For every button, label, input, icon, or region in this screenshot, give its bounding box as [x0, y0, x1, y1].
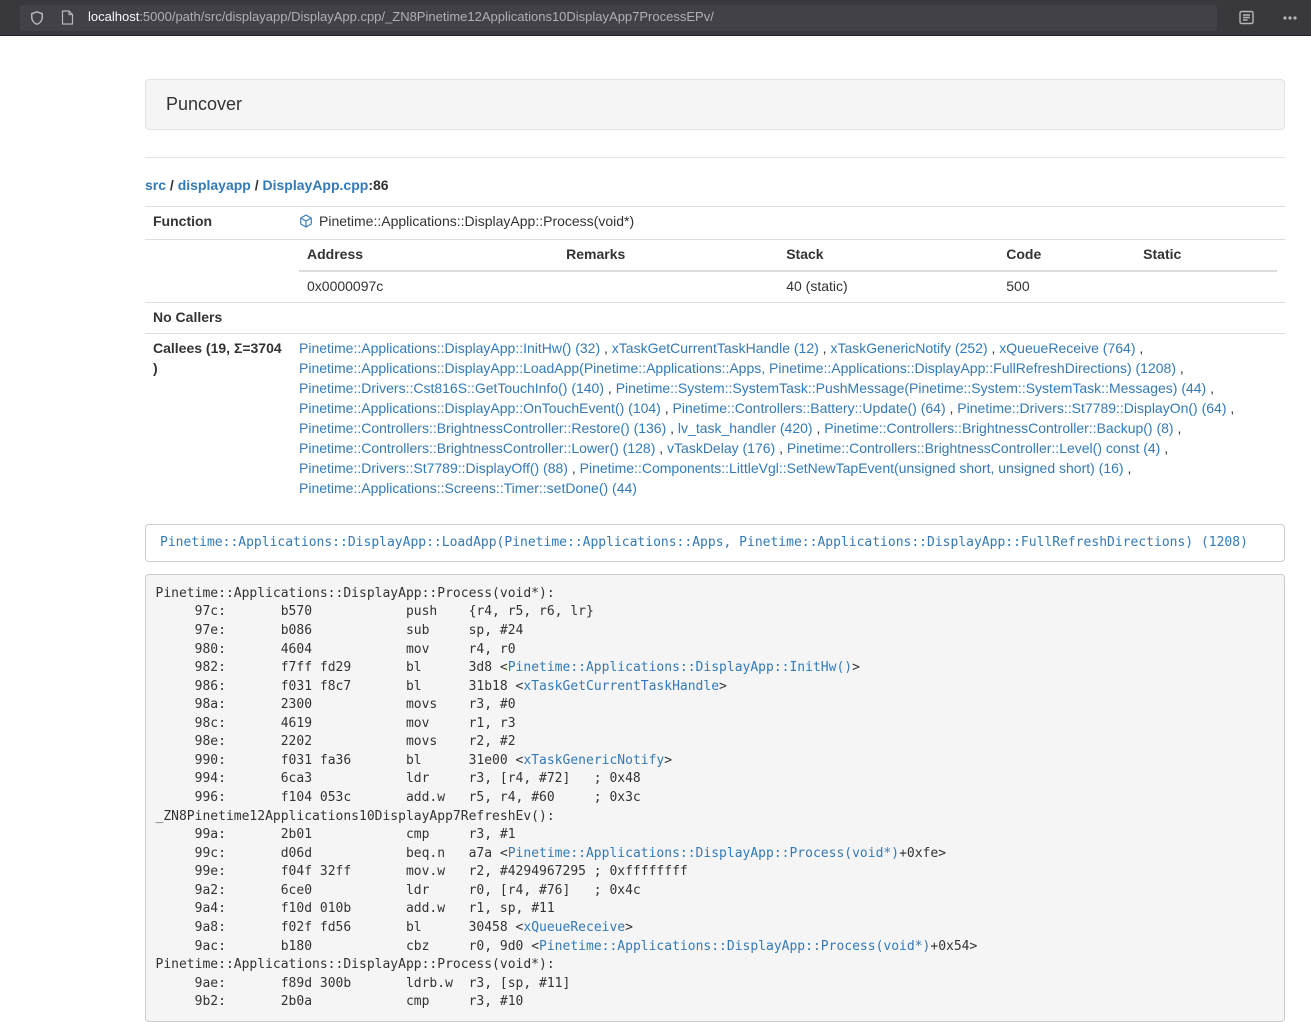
remarks-value	[558, 271, 778, 302]
stack-value: 40 (static)	[778, 271, 998, 302]
callers-cell	[291, 302, 1285, 333]
url-domain: localhost	[88, 9, 139, 24]
function-row-label: Function	[145, 206, 291, 239]
metrics-value-row: 0x0000097c 40 (static) 500	[299, 271, 1277, 302]
code-symbol-link[interactable]: xTaskGenericNotify	[523, 753, 664, 768]
callee-link[interactable]: Pinetime::Applications::Screens::Timer::…	[299, 480, 637, 496]
app-title[interactable]: Puncover	[166, 94, 242, 114]
col-address: Address	[299, 240, 558, 271]
function-name-cell: Pinetime::Applications::DisplayApp::Proc…	[291, 206, 1285, 239]
no-callers-label: No Callers	[145, 302, 291, 333]
breadcrumb: src / displayapp / DisplayApp.cpp:86	[145, 176, 1285, 196]
callee-link[interactable]: Pinetime::Controllers::BrightnessControl…	[299, 440, 655, 456]
callee-link[interactable]: Pinetime::Drivers::St7789::DisplayOff() …	[299, 460, 568, 476]
callee-link[interactable]: Pinetime::Controllers::BrightnessControl…	[824, 420, 1173, 436]
metrics-row-label	[145, 239, 291, 302]
breadcrumb-separator: /	[166, 177, 178, 193]
code-value: 500	[998, 271, 1135, 302]
callee-separator: ,	[655, 440, 667, 456]
metrics-table: Address Remarks Stack Code Static 0x0000…	[299, 240, 1277, 302]
callee-link[interactable]: xTaskGenericNotify (252)	[830, 340, 987, 356]
callee-link[interactable]: xTaskGetCurrentTaskHandle (12)	[612, 340, 819, 356]
callee-separator: ,	[1176, 360, 1184, 376]
callee-link[interactable]: Pinetime::System::SystemTask::PushMessag…	[616, 380, 1207, 396]
breadcrumb-link-src[interactable]: src	[145, 177, 166, 193]
divider	[145, 157, 1285, 158]
function-name: Pinetime::Applications::DisplayApp::Proc…	[319, 213, 634, 229]
callee-link[interactable]: Pinetime::Controllers::Battery::Update()…	[673, 400, 946, 416]
callee-separator: ,	[604, 380, 616, 396]
callee-separator: ,	[775, 440, 787, 456]
code-symbol-link[interactable]: xTaskGetCurrentTaskHandle	[523, 679, 719, 694]
callee-link[interactable]: Pinetime::Applications::DisplayApp::Load…	[299, 360, 1176, 376]
callee-separator: ,	[1124, 460, 1132, 476]
breadcrumb-line-number: :86	[368, 177, 388, 193]
callee-link[interactable]: vTaskDelay (176)	[667, 440, 775, 456]
breadcrumb-link-DisplayApp.cpp[interactable]: DisplayApp.cpp	[263, 177, 369, 193]
code-symbol-link[interactable]: Pinetime::Applications::DisplayApp::Proc…	[508, 846, 899, 861]
callees-label: Callees (19, Σ=3704 )	[145, 333, 291, 503]
callee-link[interactable]: Pinetime::Controllers::BrightnessControl…	[787, 440, 1160, 456]
callee-link[interactable]: Pinetime::Drivers::Cst816S::GetTouchInfo…	[299, 380, 604, 396]
callee-link[interactable]: lv_task_handler (420)	[678, 420, 813, 436]
callee-separator: ,	[1160, 440, 1168, 456]
col-remarks: Remarks	[558, 240, 778, 271]
callee-link[interactable]: Pinetime::Drivers::St7789::DisplayOn() (…	[957, 400, 1226, 416]
address-value: 0x0000097c	[299, 271, 558, 302]
col-code: Code	[998, 240, 1135, 271]
col-stack: Stack	[778, 240, 998, 271]
brand-panel: Puncover	[145, 79, 1285, 130]
callee-separator: ,	[1206, 380, 1214, 396]
callee-separator: ,	[813, 420, 825, 436]
toolbar-actions	[1237, 9, 1299, 27]
callee-separator: ,	[600, 340, 612, 356]
callee-separator: ,	[666, 420, 678, 436]
static-value	[1135, 271, 1277, 302]
callee-separator: ,	[819, 340, 831, 356]
overflow-menu-icon[interactable]	[1281, 9, 1299, 27]
metrics-header-row: Address Remarks Stack Code Static	[299, 240, 1277, 271]
code-symbol-link[interactable]: xQueueReceive	[523, 920, 625, 935]
function-info-table: Function Pinetime::Applications::Display…	[145, 206, 1285, 504]
callee-separator: ,	[946, 400, 958, 416]
highlighted-callee-link[interactable]: Pinetime::Applications::DisplayApp::Load…	[160, 535, 1248, 550]
callees-list: Pinetime::Applications::DisplayApp::Init…	[291, 333, 1285, 503]
main-content: Puncover src / displayapp / DisplayApp.c…	[145, 79, 1285, 1022]
col-static: Static	[1135, 240, 1277, 271]
url-path: :5000/path/src/displayapp/DisplayApp.cpp…	[139, 9, 714, 24]
metrics-row: Address Remarks Stack Code Static 0x0000…	[145, 239, 1285, 302]
url-bar[interactable]: localhost:5000/path/src/displayapp/Displ…	[20, 5, 1217, 31]
code-symbol-link[interactable]: Pinetime::Applications::DisplayApp::Proc…	[539, 939, 930, 954]
callee-separator: ,	[661, 400, 673, 416]
callee-link[interactable]: Pinetime::Applications::DisplayApp::Init…	[299, 340, 600, 356]
callers-row: No Callers	[145, 302, 1285, 333]
callee-separator: ,	[988, 340, 1000, 356]
callee-separator: ,	[1227, 400, 1235, 416]
breadcrumb-separator: /	[251, 177, 263, 193]
callee-link[interactable]: Pinetime::Controllers::BrightnessControl…	[299, 420, 666, 436]
metrics-cell: Address Remarks Stack Code Static 0x0000…	[291, 239, 1285, 302]
page-info-icon[interactable]	[58, 9, 76, 27]
reader-view-icon[interactable]	[1237, 9, 1255, 27]
browser-toolbar: localhost:5000/path/src/displayapp/Displ…	[0, 0, 1311, 36]
callees-row: Callees (19, Σ=3704 ) Pinetime::Applicat…	[145, 333, 1285, 503]
callee-link[interactable]: Pinetime::Components::LittleVgl::SetNewT…	[580, 460, 1124, 476]
function-row: Function Pinetime::Applications::Display…	[145, 206, 1285, 239]
disassembly-pre: Pinetime::Applications::DisplayApp::Proc…	[145, 574, 1285, 1022]
callee-link[interactable]: Pinetime::Applications::DisplayApp::OnTo…	[299, 400, 661, 416]
code-symbol-link[interactable]: Pinetime::Applications::DisplayApp::Init…	[508, 660, 852, 675]
callee-link[interactable]: xQueueReceive (764)	[999, 340, 1135, 356]
tracking-shield-icon[interactable]	[28, 9, 46, 27]
url-text: localhost:5000/path/src/displayapp/Displ…	[88, 8, 714, 27]
function-symbol-icon	[299, 214, 313, 234]
callee-separator: ,	[1135, 340, 1143, 356]
callee-separator: ,	[1174, 420, 1182, 436]
callee-separator: ,	[568, 460, 580, 476]
breadcrumb-link-displayapp[interactable]: displayapp	[178, 177, 251, 193]
highlighted-callee-box: Pinetime::Applications::DisplayApp::Load…	[145, 524, 1285, 563]
